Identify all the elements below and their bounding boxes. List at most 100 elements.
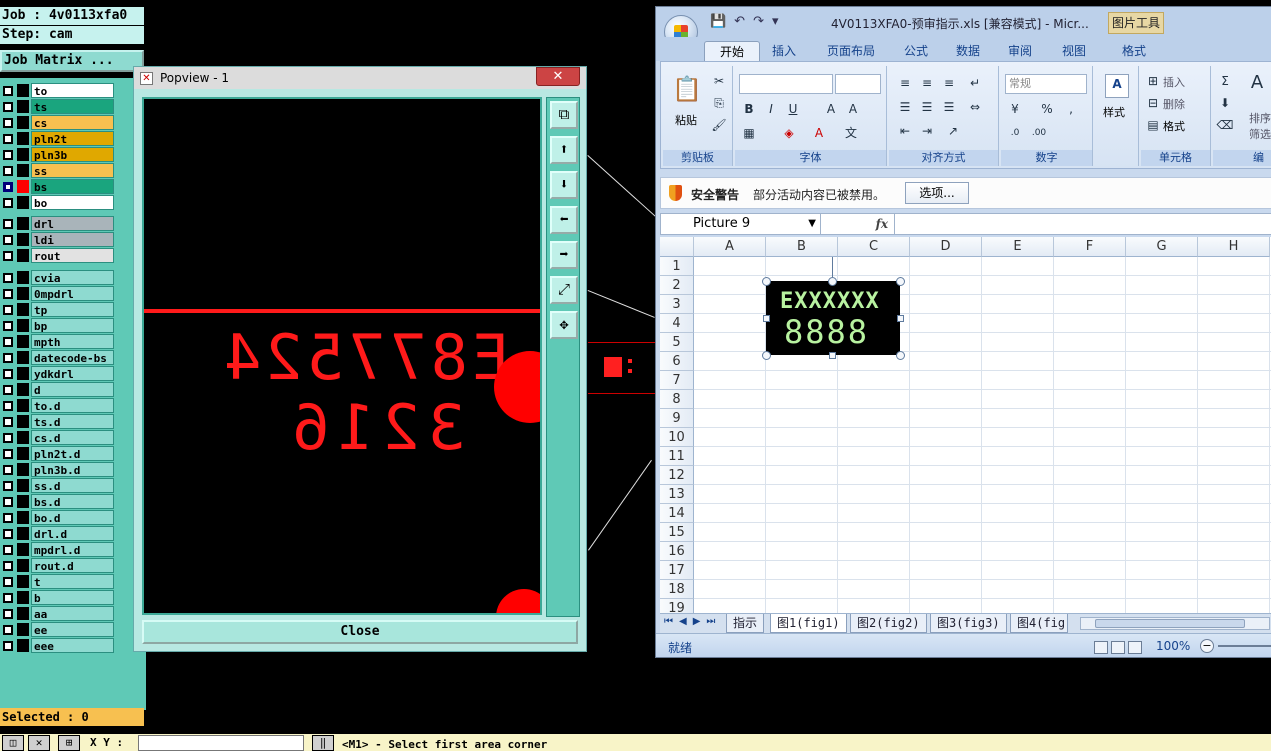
autosum-icon[interactable]: Σ: [1215, 72, 1235, 90]
align-left-icon[interactable]: ☰: [895, 98, 915, 116]
layer-checkbox[interactable]: [3, 609, 13, 619]
sheet-tab[interactable]: 图4(fig: [1010, 614, 1068, 633]
layer-name[interactable]: pln3b.d: [31, 462, 114, 477]
layer-affected-marker[interactable]: [17, 196, 29, 209]
zoom-out-icon[interactable]: −: [1200, 639, 1214, 653]
layer-name[interactable]: pln2t.d: [31, 446, 114, 461]
page-break-view-icon[interactable]: [1128, 641, 1142, 654]
name-box[interactable]: Picture 9 ▼: [661, 214, 821, 234]
layer-affected-marker[interactable]: [17, 217, 29, 230]
row-header[interactable]: 16: [660, 542, 694, 561]
layer-row[interactable]: rout: [0, 248, 118, 263]
layer-name[interactable]: mpdrl.d: [31, 542, 114, 557]
layer-affected-marker[interactable]: [17, 249, 29, 262]
tab-insert[interactable]: 插入: [762, 41, 806, 61]
layer-name[interactable]: eee: [31, 638, 114, 653]
copy-icon[interactable]: ⎘: [709, 94, 729, 112]
delete-cells-icon[interactable]: ⊟: [1143, 94, 1163, 112]
cut-icon[interactable]: ✂: [709, 72, 729, 90]
resize-handle[interactable]: [762, 277, 771, 286]
layer-checkbox[interactable]: [3, 118, 13, 128]
layer-row[interactable]: mpth: [0, 334, 118, 349]
layer-checkbox[interactable]: [3, 465, 13, 475]
layer-checkbox[interactable]: [3, 561, 13, 571]
layer-affected-marker[interactable]: [17, 233, 29, 246]
layer-affected-marker[interactable]: [17, 543, 29, 556]
resize-handle[interactable]: [896, 277, 905, 286]
popview-canvas[interactable]: E877524 3216: [142, 97, 542, 615]
align-top-icon[interactable]: ≡: [895, 74, 915, 92]
align-bottom-icon[interactable]: ≡: [939, 74, 959, 92]
font-size-box[interactable]: [835, 74, 881, 94]
increase-indent-icon[interactable]: ⇥: [917, 122, 937, 140]
layer-affected-marker[interactable]: [17, 591, 29, 604]
layer-name[interactable]: d: [31, 382, 114, 397]
resize-handle[interactable]: [762, 351, 771, 360]
paste-icon[interactable]: 📋: [671, 72, 703, 106]
layer-name[interactable]: rout.d: [31, 558, 114, 573]
popview-close-button[interactable]: Close: [142, 620, 578, 644]
paste-label[interactable]: 粘贴: [675, 112, 697, 128]
comma-style-icon[interactable]: ,: [1061, 100, 1081, 118]
layer-checkbox[interactable]: [3, 273, 13, 283]
job-matrix-button[interactable]: Job Matrix ...: [0, 50, 144, 72]
orientation-icon[interactable]: ↗: [943, 122, 963, 140]
normal-view-icon[interactable]: [1094, 641, 1108, 654]
layer-name[interactable]: 0mpdrl: [31, 286, 114, 301]
layer-checkbox[interactable]: [3, 251, 13, 261]
filter-label[interactable]: 筛选: [1249, 126, 1271, 142]
fill-color-icon[interactable]: ◈: [779, 124, 799, 142]
decrease-indent-icon[interactable]: ⇤: [895, 122, 915, 140]
tab-view[interactable]: 视图: [1052, 41, 1096, 61]
layer-row[interactable]: drl: [0, 216, 118, 231]
row-header[interactable]: 10: [660, 428, 694, 447]
layer-name[interactable]: ss: [31, 163, 114, 178]
layer-name[interactable]: drl: [31, 216, 114, 231]
excel-titlebar[interactable]: 💾↶↷▾ 4V0113XFA0-预审指示.xls [兼容模式] - Micr..…: [656, 7, 1271, 49]
layer-affected-marker[interactable]: [17, 575, 29, 588]
column-header[interactable]: E: [982, 237, 1054, 257]
row-header[interactable]: 12: [660, 466, 694, 485]
tab-page-layout[interactable]: 页面布局: [816, 41, 886, 61]
sheet-tab-active[interactable]: 图1(fig1): [770, 614, 847, 633]
layer-name[interactable]: cs: [31, 115, 114, 130]
row-header[interactable]: 7: [660, 371, 694, 390]
layer-affected-marker[interactable]: [17, 367, 29, 380]
layer-affected-marker[interactable]: [17, 639, 29, 652]
layer-name[interactable]: bs: [31, 179, 114, 194]
zoom-slider[interactable]: [1218, 645, 1271, 647]
layer-name[interactable]: tp: [31, 302, 114, 317]
row-header[interactable]: 17: [660, 561, 694, 580]
layer-checkbox[interactable]: [3, 625, 13, 635]
layer-name[interactable]: mpth: [31, 334, 114, 349]
column-header[interactable]: C: [838, 237, 910, 257]
grid-icon[interactable]: ⊞: [58, 735, 80, 751]
layer-row[interactable]: ts: [0, 99, 118, 114]
layer-row[interactable]: bs: [0, 179, 118, 194]
layer-checkbox[interactable]: [3, 102, 13, 112]
layer-affected-marker[interactable]: [17, 415, 29, 428]
layer-checkbox[interactable]: [3, 513, 13, 523]
layer-row[interactable]: bs.d: [0, 494, 118, 509]
layer-checkbox[interactable]: [3, 497, 13, 507]
format-cells-icon[interactable]: ▤: [1143, 116, 1163, 134]
layer-name[interactable]: rout: [31, 248, 114, 263]
layer-row[interactable]: pln2t: [0, 131, 118, 146]
underline-icon[interactable]: U: [783, 100, 803, 118]
tab-home[interactable]: 开始: [704, 41, 760, 61]
layer-checkbox[interactable]: [3, 219, 13, 229]
layer-name[interactable]: bo.d: [31, 510, 114, 525]
horizontal-scrollbar[interactable]: [1080, 617, 1270, 630]
layer-name[interactable]: aa: [31, 606, 114, 621]
layer-name[interactable]: ss.d: [31, 478, 114, 493]
styles-icon[interactable]: A: [1105, 74, 1129, 98]
row-header[interactable]: 8: [660, 390, 694, 409]
insert-cells-icon[interactable]: ⊞: [1143, 72, 1163, 90]
row-header[interactable]: 13: [660, 485, 694, 504]
embedded-picture[interactable]: EXXXXXX 8888: [766, 281, 900, 355]
row-header[interactable]: 2: [660, 276, 694, 295]
layer-row[interactable]: eee: [0, 638, 118, 653]
delete-cells-label[interactable]: 删除: [1163, 96, 1185, 112]
font-name-box[interactable]: [739, 74, 833, 94]
layer-affected-marker[interactable]: [17, 180, 29, 193]
